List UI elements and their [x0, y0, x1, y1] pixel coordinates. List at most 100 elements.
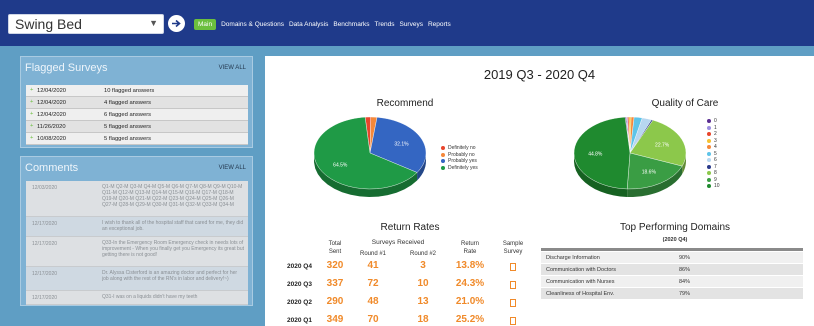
total-sent: 320	[326, 260, 344, 271]
sample-survey-icon[interactable]	[510, 299, 516, 307]
legend-label: 2	[714, 131, 717, 138]
comment-text: Q1-M Q2-M Q3-M Q4-M Q5-M Q6-M Q7-M Q8-M …	[102, 184, 243, 208]
period-label: 2020 Q1	[287, 317, 312, 324]
legend-swatch	[707, 145, 711, 150]
sample-survey-icon[interactable]	[510, 317, 516, 325]
comment-date: 12/17/2020	[32, 241, 58, 247]
plus-icon: +	[30, 123, 34, 129]
top-domains-subtitle: (2020 Q4)	[662, 237, 688, 243]
domain-row: Communication with Doctors 86%	[541, 264, 803, 276]
comment-text: Q33-In the Emergency Room Emergency chec…	[102, 240, 244, 258]
total-sent: 349	[326, 314, 344, 325]
flagged-row[interactable]: +10/08/2020 5 flagged answers	[26, 133, 248, 145]
top-domains-table: Discharge Information 90% Communication w…	[541, 248, 803, 300]
pie-data-label: 32.1%	[394, 142, 409, 148]
nav-data-analysis[interactable]: Data Analysis	[289, 21, 328, 28]
domain-name: Communication with Doctors	[546, 267, 616, 273]
legend-swatch	[707, 119, 711, 124]
legend-swatch	[707, 158, 711, 163]
legend-label: 8	[714, 170, 717, 177]
flagged-row[interactable]: +12/04/2020 10 flagged answers	[26, 85, 248, 97]
page-title: 2019 Q3 - 2020 Q4	[483, 67, 596, 82]
flagged-row[interactable]: +12/04/2020 6 flagged answers	[26, 109, 248, 121]
comment-text: I wish to thank all of the hospital staf…	[102, 220, 244, 232]
domain-row: Communication with Nurses 84%	[541, 276, 803, 288]
legend-swatch	[441, 159, 445, 164]
total-sent: 290	[326, 296, 344, 307]
round1-count: 41	[367, 260, 379, 271]
comment-row[interactable]: 12/17/2020 Q31-I was on a liquids didn't …	[26, 291, 248, 305]
flagged-row[interactable]: +12/04/2020 4 flagged answers	[26, 97, 248, 109]
round1-count: 72	[367, 278, 379, 289]
domain-row: Cleanliness of Hospital Env. 79%	[541, 288, 803, 300]
flagged-view-all-link[interactable]: VIEW ALL	[219, 65, 246, 71]
plus-icon: +	[30, 111, 34, 117]
flagged-date: 12/04/2020	[37, 88, 67, 94]
round2-count: 3	[420, 260, 426, 271]
legend-label: 9	[714, 176, 717, 183]
comment-row[interactable]: 12/17/2020 Q33-In the Emergency Room Emer…	[26, 237, 248, 267]
nav-main[interactable]: Main	[194, 18, 217, 30]
col-round2: Round #2	[409, 251, 437, 257]
sample-survey-icon[interactable]	[510, 263, 516, 271]
comment-row[interactable]: 12/17/2020 Dr. Alyssa Cisterford is an am…	[26, 267, 248, 291]
period-label: 2020 Q3	[287, 281, 312, 288]
flagged-count: 6 flagged answers	[104, 112, 152, 118]
legend-swatch	[441, 165, 445, 170]
col-sample-line2: Survey	[503, 249, 523, 255]
chevron-down-icon: ▼	[149, 18, 158, 28]
recommend-pie-chart: 32.1% 64.5%	[313, 116, 427, 197]
col-total-line2: Sent	[328, 249, 342, 255]
legend-swatch	[707, 151, 711, 156]
round2-count: 13	[417, 296, 429, 307]
domain-row: Discharge Information 90%	[541, 252, 803, 264]
top-domains-title: Top Performing Domains	[619, 222, 731, 233]
flagged-row[interactable]: +11/26/2020 5 flagged answers	[26, 121, 248, 133]
legend-item: Definitely yes	[441, 165, 478, 172]
flagged-date: 12/04/2020	[37, 112, 67, 118]
legend-swatch	[441, 146, 445, 151]
nav-benchmarks[interactable]: Benchmarks	[333, 21, 369, 28]
quality-chart-title: Quality of Care	[651, 98, 719, 109]
unit-select[interactable]: Swing Bed ▼	[8, 14, 164, 34]
go-button[interactable]	[168, 15, 185, 32]
flagged-surveys-panel: Flagged Surveys VIEW ALL +12/04/2020 10 f…	[20, 56, 253, 148]
comments-panel: Comments VIEW ALL 12/03/2020 Q1-M Q2-M Q3…	[20, 156, 253, 306]
round1-count: 70	[367, 314, 379, 325]
legend-label: Probably yes	[448, 158, 477, 165]
legend-label: 6	[714, 157, 717, 164]
sample-survey-icon[interactable]	[510, 281, 516, 289]
comment-date: 12/17/2020	[32, 221, 58, 227]
comments-view-all-link[interactable]: VIEW ALL	[219, 165, 246, 171]
main-content: 2019 Q3 - 2020 Q4 Recommend 32.1% 64.5% D…	[265, 56, 814, 326]
comment-row[interactable]: 12/03/2020 Q1-M Q2-M Q3-M Q4-M Q5-M Q6-M …	[26, 181, 248, 217]
legend-swatch	[707, 171, 711, 176]
plus-icon: +	[30, 99, 34, 105]
nav-domains-questions[interactable]: Domains & Questions	[221, 21, 284, 28]
legend-swatch	[707, 164, 711, 169]
legend-label: Definitely yes	[448, 164, 478, 171]
legend-label: 4	[714, 144, 717, 151]
main-nav: Main Domains & Questions Data Analysis B…	[194, 17, 456, 31]
period-label: 2020 Q4	[287, 263, 312, 270]
flagged-count: 4 flagged answers	[104, 100, 152, 106]
legend-label: Definitely no	[448, 145, 476, 152]
domain-percent: 90%	[679, 255, 691, 261]
flagged-surveys-title: Flagged Surveys	[25, 62, 108, 74]
comment-text: Dr. Alyssa Cisterford is an amazing doct…	[102, 270, 238, 282]
comment-row[interactable]: 12/17/2020 I wish to thank all of the hos…	[26, 217, 248, 237]
top-navbar: Swing Bed ▼ Main Domains & Questions Dat…	[0, 0, 814, 46]
domain-name: Discharge Information	[546, 255, 600, 261]
col-sample-line1: Sample	[502, 241, 524, 247]
plus-icon: +	[30, 87, 34, 93]
nav-surveys[interactable]: Surveys	[399, 21, 422, 28]
nav-reports[interactable]: Reports	[428, 21, 451, 28]
flagged-count: 5 flagged answers	[104, 136, 152, 142]
domain-name: Communication with Nurses	[546, 279, 615, 285]
return-rate: 25.2%	[455, 314, 485, 325]
col-rate-line2: Rate	[463, 249, 477, 255]
legend-label: 3	[714, 137, 717, 144]
nav-trends[interactable]: Trends	[374, 21, 394, 28]
legend-swatch	[441, 152, 445, 157]
col-rate-line1: Return	[460, 241, 479, 247]
